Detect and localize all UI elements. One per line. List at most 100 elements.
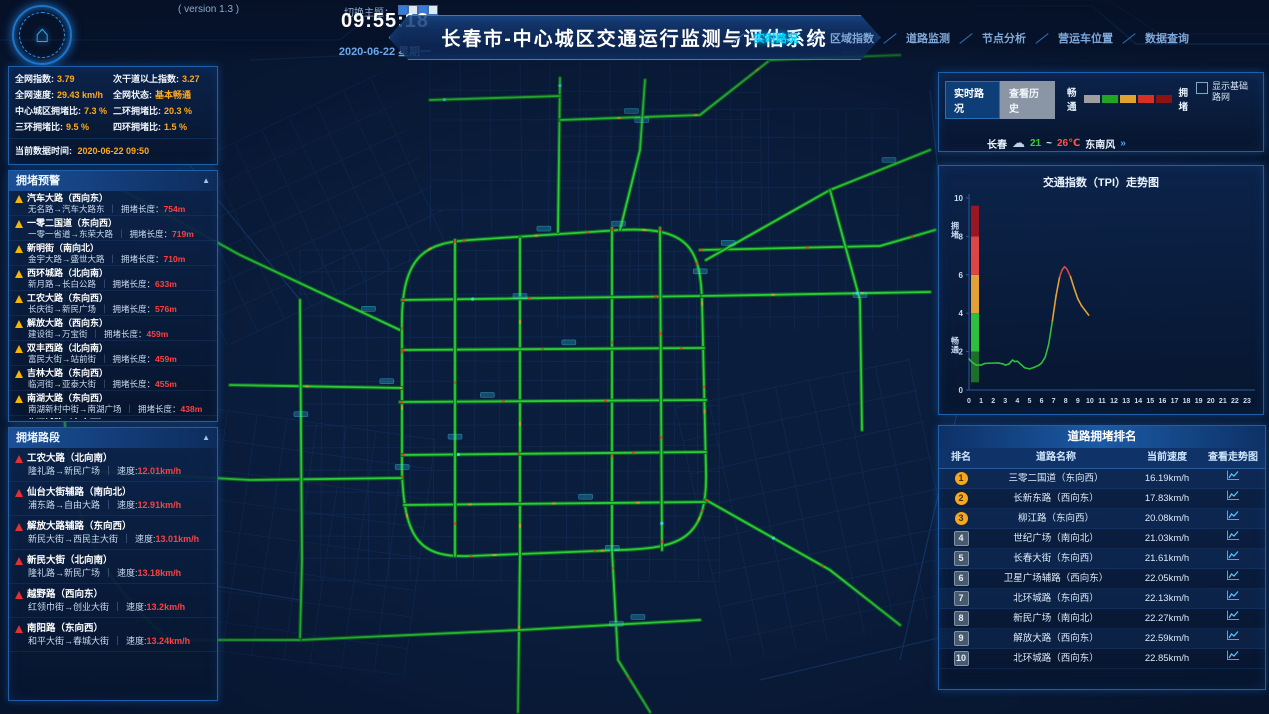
temp-separator: ~: [1046, 138, 1052, 149]
ranking-row[interactable]: 10北环城路（西向东）22.85km/h: [939, 649, 1265, 669]
separator: ｜: [126, 404, 135, 414]
congestion-road-name: 仙台大街辅路（南向北）: [15, 487, 211, 499]
congestion-detail: 隆礼路→新民广场｜速度:13.18km/h: [15, 567, 211, 579]
ranking-row[interactable]: 9解放大路（西向东）22.59km/h: [939, 629, 1265, 649]
tab-realtime[interactable]: 实时路况: [945, 81, 1000, 119]
warning-list-item[interactable]: 解放大路（西向东）建设街→万宝街｜拥堵长度：459m: [9, 316, 217, 341]
svg-text:0: 0: [959, 386, 964, 395]
ranking-row[interactable]: 3柳江路（东向西）20.08km/h: [939, 509, 1265, 529]
congestion-list-item[interactable]: 新民大街（北向南）隆礼路→新民广场｜速度:13.18km/h: [9, 550, 217, 584]
trend-chart-icon[interactable]: [1226, 489, 1240, 508]
congestion-road-text: 越野路（西向东）: [27, 589, 103, 601]
warning-list-item[interactable]: 南湖大路（东向西）南湖新村中街→南湖广场｜拥堵长度：438m: [9, 391, 217, 416]
separator: ｜: [117, 229, 126, 239]
length-label: 拥堵长度：: [113, 354, 156, 364]
congestion-list-item[interactable]: 南阳路（东向西）和平大街→春城大街｜速度:13.24km/h: [9, 618, 217, 652]
separator: ｜: [109, 254, 118, 264]
trend-chart-icon[interactable]: [1226, 549, 1240, 568]
nav-item-6[interactable]: 数据查询: [1145, 30, 1189, 46]
trend-chart-icon[interactable]: [1226, 629, 1240, 648]
ranking-rank-cell: 10: [939, 651, 983, 666]
congestion-list-item[interactable]: 越野路（西向东）红领巾街→创业大街｜速度:13.2km/h: [9, 584, 217, 618]
collapse-arrow-icon[interactable]: ▲: [202, 428, 210, 448]
data-time-row: 当前数据时间: 2020-06-22 09:50: [9, 138, 217, 162]
warning-list-item[interactable]: 新明街（南向北）金宇大路→盛世大路｜拥堵长度：710m: [9, 241, 217, 266]
trend-chart-icon[interactable]: [1226, 569, 1240, 588]
nav-item-5[interactable]: 营运车位置: [1058, 30, 1113, 46]
length-value: 719m: [172, 229, 194, 239]
svg-text:10: 10: [954, 194, 963, 203]
warning-list-item[interactable]: 一零二国道（东向西）一零一省道→东荣大路｜拥堵长度：719m: [9, 216, 217, 241]
stat-label: 中心城区拥堵比:: [15, 106, 81, 116]
warning-list-item[interactable]: 工农大路（东向西）长庆街→新民广场｜拥堵长度：576m: [9, 291, 217, 316]
separator: ｜: [113, 636, 122, 646]
congestion-road-text: 仙台大街辅路（南向北）: [27, 487, 132, 499]
nav-item-1[interactable]: 实时路况: [754, 30, 798, 46]
tpi-chart: 0246810012345678910111213141516171819202…: [939, 190, 1261, 410]
ranking-col-header: 查看走势图: [1205, 448, 1261, 468]
ranking-rank-cell: 8: [939, 611, 983, 626]
stat-label: 次干道以上指数:: [113, 74, 179, 84]
congestion-road-text: 新民大街（北向南）: [27, 555, 113, 567]
ranking-icon-cell: [1205, 469, 1261, 488]
checkbox-label: 显示基础路网: [1212, 81, 1257, 103]
warning-list-item[interactable]: 西环城路（北向南）新月路→长白公路｜拥堵长度：633m: [9, 266, 217, 291]
congestion-list-item[interactable]: 工农大路（北向南）隆礼路→新民广场｜速度:12.01km/h: [9, 448, 217, 482]
ranking-row[interactable]: 5长春大街（东向西）21.61km/h: [939, 549, 1265, 569]
speed-label: 速度:: [135, 534, 156, 544]
nav-item-2[interactable]: 区域指数: [830, 30, 874, 46]
congestion-list-item[interactable]: 仙台大街辅路（南向北）浦东路→自由大路｜速度:12.91km/h: [9, 482, 217, 516]
ranking-row[interactable]: 8新民广场（南向北）22.27km/h: [939, 609, 1265, 629]
congestion-road-name: 越野路（西向东）: [15, 589, 211, 601]
base-network-checkbox[interactable]: 显示基础路网: [1196, 81, 1257, 103]
collapse-arrow-icon[interactable]: ▲: [202, 171, 210, 191]
data-time-label: 当前数据时间:: [15, 146, 72, 156]
warning-list-item[interactable]: 吉林大路（东向西）临河街→亚泰大街｜拥堵长度：455m: [9, 366, 217, 391]
road-condition-controls: 实时路况 查看历史 畅通 拥堵 显示基础路网: [939, 73, 1263, 119]
home-logo-button[interactable]: ⌂: [12, 5, 72, 65]
speed-value: 13.2km/h: [147, 602, 186, 612]
trend-chart-icon[interactable]: [1226, 509, 1240, 528]
nav-item-3[interactable]: 道路监测: [906, 30, 950, 46]
ranking-road-cell: 卫星广场辅路（西向东）: [983, 569, 1129, 588]
ranking-speed-cell: 16.19km/h: [1129, 469, 1205, 488]
warning-list-item[interactable]: 双丰西路（北向南）富民大街→站前街｜拥堵长度：459m: [9, 341, 217, 366]
ranking-row[interactable]: 7北环城路（东向西）22.13km/h: [939, 589, 1265, 609]
ranking-row[interactable]: 1三零二国道（东向西）16.19km/h: [939, 469, 1265, 489]
trend-chart-icon[interactable]: [1226, 649, 1240, 668]
congestion-list-item[interactable]: 解放大路辅路（东向西）新民大街→西民主大街｜速度:13.01km/h: [9, 516, 217, 550]
congestion-segment: 新民大街→西民主大街: [28, 534, 118, 544]
congestion-list: 工农大路（北向南）隆礼路→新民广场｜速度:12.01km/h仙台大街辅路（南向北…: [9, 448, 217, 698]
ranking-icon-cell: [1205, 489, 1261, 508]
trend-chart-icon[interactable]: [1226, 529, 1240, 548]
ranking-row[interactable]: 2长新东路（西向东）17.83km/h: [939, 489, 1265, 509]
length-label: 拥堵长度：: [121, 204, 164, 214]
svg-text:20: 20: [1207, 398, 1215, 405]
svg-text:5: 5: [1027, 398, 1031, 405]
weather-more-link[interactable]: »: [1120, 138, 1126, 149]
trend-chart-icon[interactable]: [1226, 589, 1240, 608]
alert-triangle-icon: [15, 591, 23, 599]
traffic-legend: 畅通 拥堵: [1063, 85, 1196, 113]
tab-history[interactable]: 查看历史: [1000, 81, 1055, 119]
ranking-row[interactable]: 6卫星广场辅路（西向东）22.05km/h: [939, 569, 1265, 589]
warning-segment: 长庆街→新民广场: [28, 304, 96, 314]
svg-text:10: 10: [1086, 398, 1094, 405]
home-icon: ⌂: [14, 7, 70, 63]
nav-item-4[interactable]: 节点分析: [982, 30, 1026, 46]
congested-sections-panel: 拥堵路段 ▲ 工农大路（北向南）隆礼路→新民广场｜速度:12.01km/h仙台大…: [8, 427, 218, 701]
ranking-speed-cell: 22.05km/h: [1129, 569, 1205, 588]
ranking-speed-cell: 22.59km/h: [1129, 629, 1205, 648]
warning-detail: 一零一省道→东荣大路｜拥堵长度：719m: [15, 229, 211, 239]
congestion-panel-header: 拥堵路段 ▲: [9, 428, 217, 448]
warning-list-item[interactable]: 汽车大路（西向东）无名路→汽车大路东｜拥堵长度：754m: [9, 191, 217, 216]
stat-label: 全网状态:: [113, 90, 152, 100]
stat-label: 三环拥堵比:: [15, 122, 63, 132]
warning-road-name: 北环城路（东向西）: [15, 418, 211, 419]
trend-chart-icon[interactable]: [1226, 609, 1240, 628]
trend-chart-icon[interactable]: [1226, 469, 1240, 488]
svg-text:4: 4: [1015, 398, 1019, 405]
svg-text:16: 16: [1158, 398, 1166, 405]
ranking-row[interactable]: 4世纪广场（南向北）21.03km/h: [939, 529, 1265, 549]
warning-list-item[interactable]: 北环城路（东向西）北人民大街→北凯旋路｜拥堵长度：436m: [9, 416, 217, 419]
